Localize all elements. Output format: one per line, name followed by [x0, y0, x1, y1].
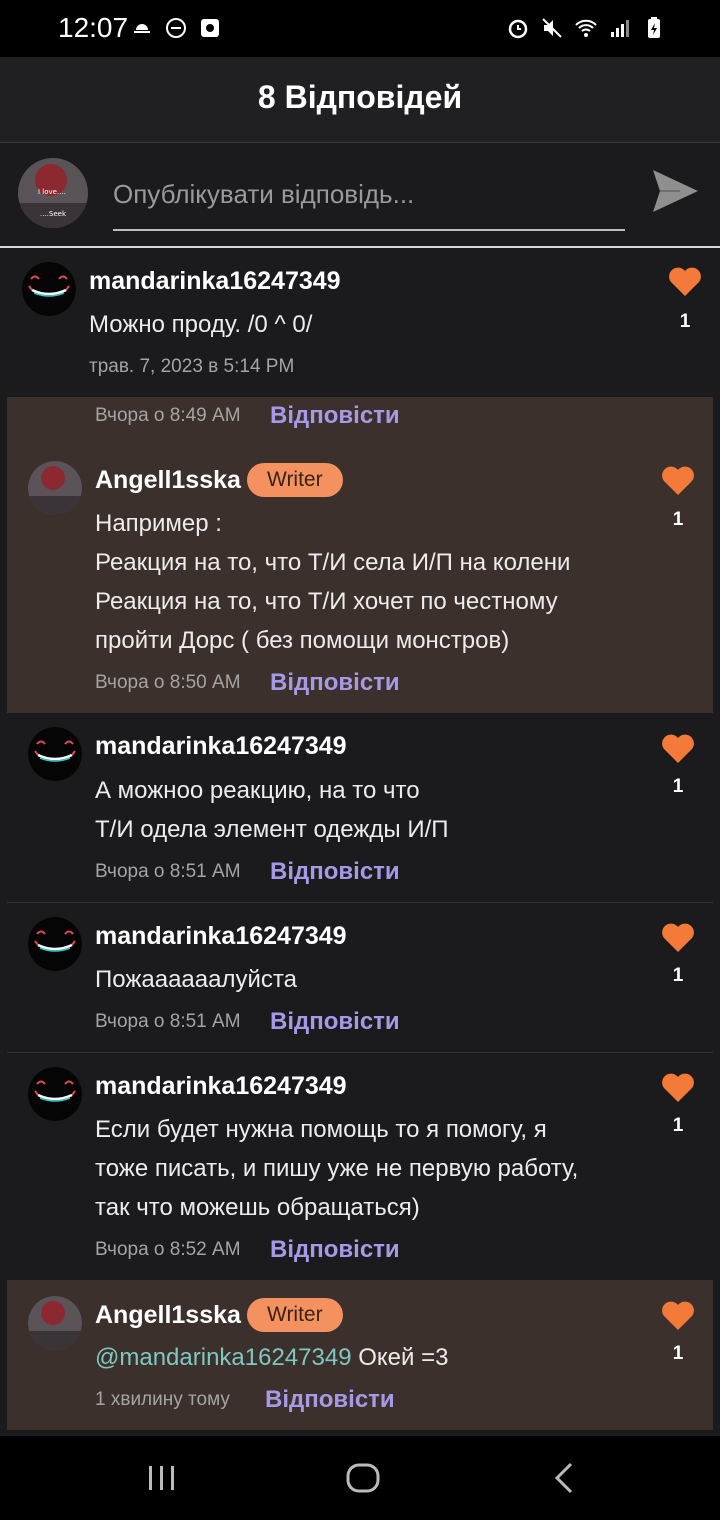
like-count: 1	[679, 311, 691, 332]
username[interactable]: mandarinka16247349	[89, 267, 341, 296]
battery-icon	[648, 17, 660, 38]
username[interactable]: Angell1sska	[95, 466, 241, 495]
header: 8 Відповідей	[0, 57, 720, 143]
comment-text: @mandarinka16247349 Окей =3	[95, 1338, 448, 1377]
reply-composer: I love.... ....Seek Опублікувати відпові…	[0, 143, 720, 248]
reply-button[interactable]: Відповісти	[270, 1008, 400, 1036]
comment-time: Вчора о 8:51 AM	[95, 1011, 241, 1032]
comment-line: Т/И одела элемент одежды И/П	[95, 816, 449, 843]
back-icon[interactable]	[545, 1458, 585, 1498]
comment-item: mandarinka16247349 А можноо реакцию, на …	[0, 713, 720, 903]
reply-input[interactable]: Опублікувати відповідь...	[113, 167, 625, 231]
mute-icon	[542, 18, 562, 38]
reply-button[interactable]: Відповісти	[265, 1386, 395, 1414]
comment-line: Если будет нужна помощь то я помогу, я	[95, 1116, 547, 1143]
comment-time: 1 хвилину тому	[95, 1389, 230, 1410]
heart-icon[interactable]	[661, 465, 695, 497]
reply-button[interactable]: Відповісти	[270, 402, 400, 430]
avatar-text: ....Seek	[40, 210, 67, 218]
reply-button[interactable]: Відповісти	[270, 1236, 400, 1264]
writer-badge: Writer	[247, 1298, 343, 1332]
mention-link[interactable]: @mandarinka16247349	[95, 1344, 352, 1371]
avatar[interactable]: I love.... ....Seek	[18, 158, 88, 228]
comment-item: mandarinka16247349 Пожаааааалуйста Вчора…	[0, 903, 720, 1052]
like-count: 1	[672, 1343, 684, 1364]
signal-icon	[611, 20, 629, 37]
heart-icon[interactable]	[661, 733, 695, 765]
avatar[interactable]	[28, 917, 82, 971]
username[interactable]: Angell1sska	[95, 1301, 241, 1330]
comment-line: Например :	[95, 510, 222, 537]
avatar[interactable]	[28, 1296, 82, 1350]
heart-icon[interactable]	[661, 922, 695, 954]
comment-line: пройти Дорс ( без помощи монстров)	[95, 627, 510, 654]
comment-text: А можноо реакцию, на то что Т/И одела эл…	[95, 771, 449, 849]
comment-line: Пожаааааалуйста	[95, 966, 297, 993]
username[interactable]: mandarinka16247349	[95, 922, 347, 951]
comment-line: так что можешь обращаться)	[95, 1194, 420, 1221]
wifi-icon	[575, 19, 597, 37]
avatar[interactable]	[22, 262, 76, 316]
status-time: 12:07	[58, 12, 129, 43]
comment-item: mandarinka16247349 Можно проду. /0 ^ 0/ …	[0, 249, 720, 397]
reply-button[interactable]: Відповісти	[270, 669, 400, 697]
comment-text: Если будет нужна помощь то я помогу, я т…	[95, 1110, 578, 1227]
status-bar: 12:07	[0, 0, 720, 57]
comment-line: тоже писать, и пишу уже не первую работу…	[95, 1155, 579, 1182]
navigation-bar	[0, 1436, 720, 1520]
page-title: 8 Відповідей	[257, 79, 463, 115]
comment-time: Вчора о 8:49 AM	[95, 405, 241, 426]
heart-icon[interactable]	[661, 1072, 695, 1104]
username[interactable]: mandarinka16247349	[95, 1072, 347, 1101]
comment-item: mandarinka16247349 Если будет нужна помо…	[0, 1053, 720, 1280]
like-count: 1	[672, 776, 684, 797]
avatar-text: I love....	[38, 188, 66, 196]
writer-badge: Writer	[247, 463, 343, 497]
weather-icon	[134, 24, 150, 33]
avatar[interactable]	[28, 461, 82, 515]
highlighted-thread: Вчора о 8:49 AM Відповісти Angell1sska W…	[7, 397, 713, 713]
screenshot-icon	[201, 19, 219, 37]
comment-time: Вчора о 8:51 AM	[95, 861, 241, 882]
reply-button[interactable]: Відповісти	[270, 858, 400, 886]
like-count: 1	[672, 965, 684, 986]
comment-text: Например : Реакция на то, что Т/И села И…	[95, 504, 570, 660]
send-icon[interactable]	[650, 166, 700, 216]
heart-icon[interactable]	[668, 266, 702, 298]
do-not-disturb-icon	[166, 18, 186, 38]
comment-line: Можно проду. /0 ^ 0/	[89, 311, 313, 338]
comment-time: трав. 7, 2023 в 5:14 PM	[89, 356, 295, 377]
comment-line: Реакция на то, что Т/И хочет по честному	[95, 588, 558, 615]
recent-apps-icon[interactable]	[142, 1458, 182, 1498]
heart-icon[interactable]	[661, 1300, 695, 1332]
comment-time: Вчора о 8:50 AM	[95, 672, 241, 693]
comment-text: Можно проду. /0 ^ 0/	[89, 305, 312, 344]
avatar[interactable]	[28, 1067, 82, 1121]
username[interactable]: mandarinka16247349	[95, 732, 347, 761]
alarm-icon	[508, 19, 528, 39]
comment-line: Окей =3	[351, 1344, 449, 1371]
comment-time: Вчора о 8:52 AM	[95, 1239, 241, 1260]
home-icon[interactable]	[343, 1458, 383, 1498]
avatar[interactable]	[28, 727, 82, 781]
highlighted-thread: Angell1sska Writer @mandarinka16247349 О…	[7, 1280, 713, 1430]
comment-line: Реакция на то, что Т/И села И/П на колен…	[95, 549, 571, 576]
comment-line: А можноо реакцию, на то что	[95, 777, 420, 804]
like-count: 1	[672, 1115, 684, 1136]
like-count: 1	[672, 509, 684, 530]
comment-text: Пожаааааалуйста	[95, 960, 297, 999]
